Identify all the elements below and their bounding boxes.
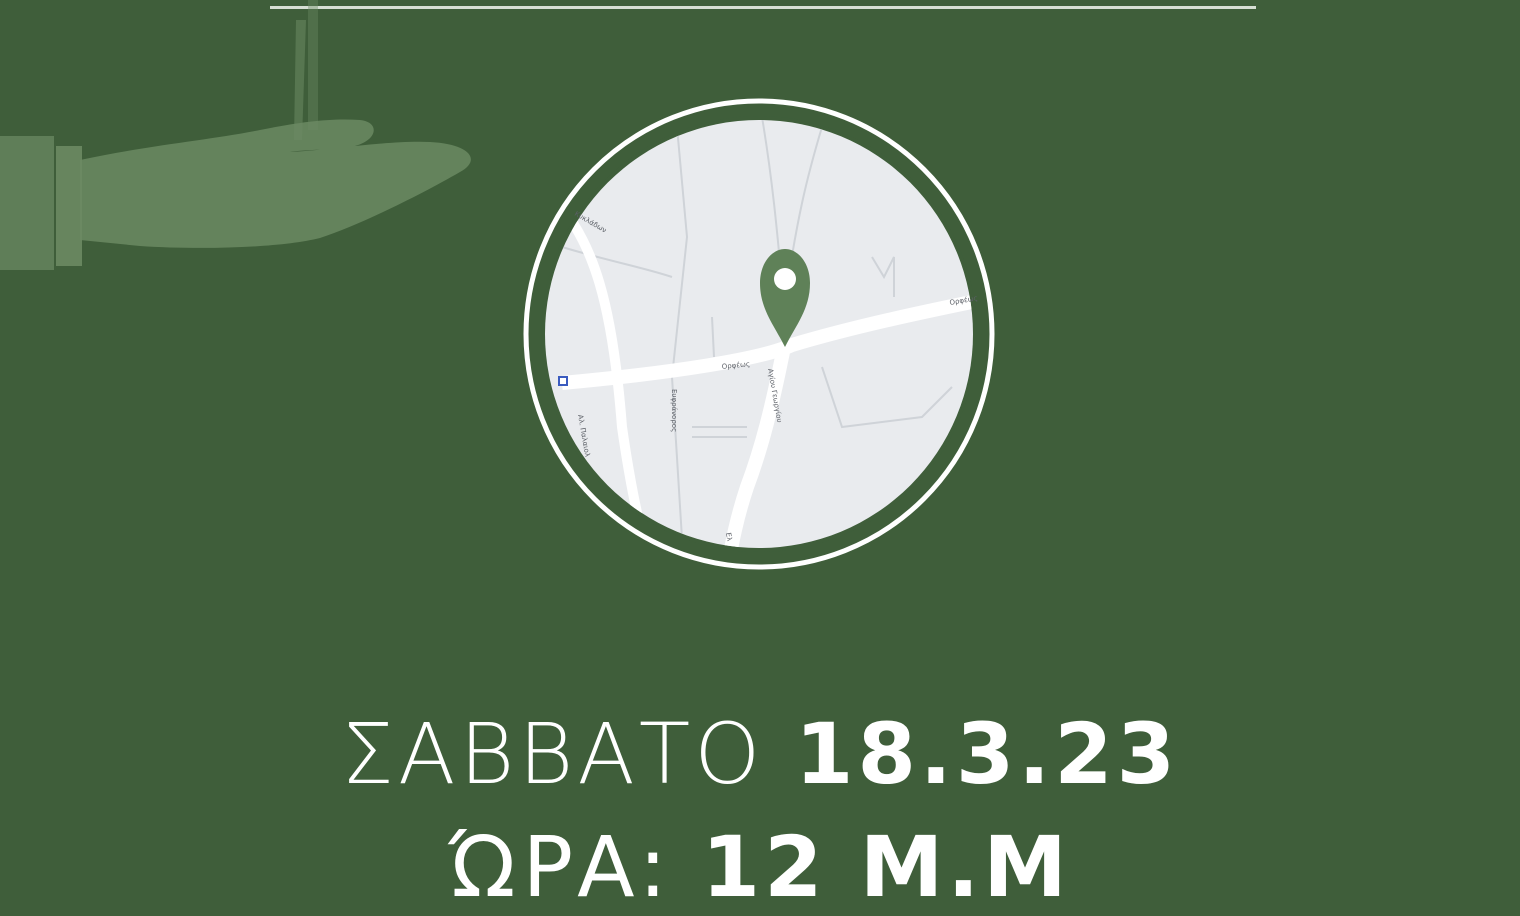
time-label: ΏΡΑ: [449,818,671,916]
event-date: ΣΑΒΒΑΤΟ 18.3.23 [0,705,1520,803]
event-time: ΏΡΑ: 12 Μ.Μ [0,818,1520,916]
street-label-efranoros: Ευφράνορος [670,389,678,432]
day-label: ΣΑΒΒΑΤΟ [340,705,765,803]
metro-station-icon [558,376,568,386]
hand-icon [0,0,471,270]
street-label-el: Ελ [724,532,733,542]
time-value: 12 Μ.Μ [701,818,1071,916]
date-value: 18.3.23 [795,705,1180,803]
location-map: Ορφέως Ορφέως Αλ. Παλαιολ Ευφράνορος Αγί… [523,98,995,570]
